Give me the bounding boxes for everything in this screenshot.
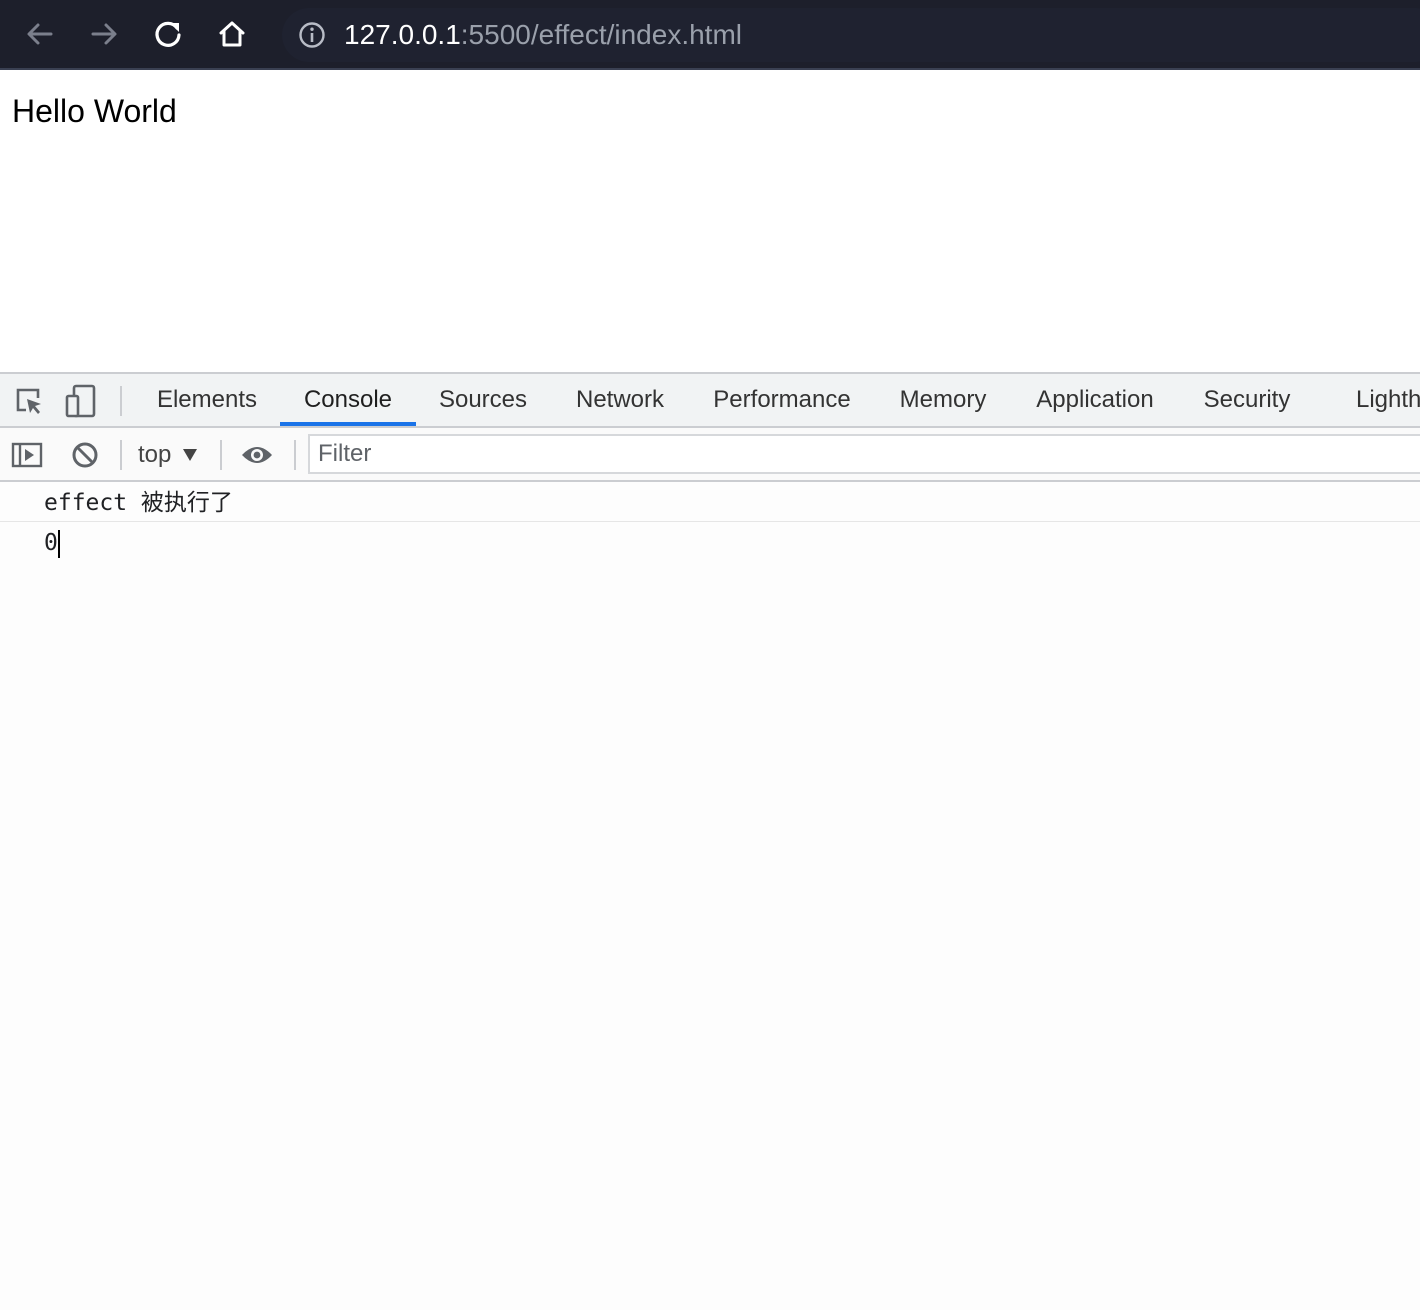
- tab-lighthouse[interactable]: Lighth: [1356, 374, 1420, 426]
- show-sidebar-button[interactable]: [10, 438, 44, 472]
- triangle-down-icon: [183, 449, 198, 461]
- context-selector[interactable]: top: [138, 438, 198, 472]
- eye-icon: [242, 447, 272, 463]
- arrow-left-icon: [27, 23, 53, 45]
- tab-memory[interactable]: Memory: [882, 374, 1004, 426]
- context-selector-value: top: [138, 441, 172, 468]
- live-expression-button[interactable]: [240, 438, 274, 472]
- reload-button[interactable]: [148, 14, 188, 54]
- address-bar[interactable]: 127.0.0.1:5500/effect/index.html: [282, 8, 1420, 62]
- tab-sources[interactable]: Sources: [420, 374, 546, 426]
- text-cursor: [57, 529, 60, 558]
- tab-security[interactable]: Security: [1186, 374, 1308, 426]
- sidebar-toggle-icon: [11, 442, 43, 468]
- browser-toolbar: 127.0.0.1:5500/effect/index.html: [0, 0, 1420, 70]
- url-text[interactable]: 127.0.0.1:5500/effect/index.html: [344, 19, 742, 51]
- console-message-text: effect 被执行了: [44, 490, 233, 516]
- page-viewport: Hello World: [0, 72, 1420, 372]
- url-path: :5500/effect/index.html: [460, 19, 742, 50]
- toolbar-divider: [120, 440, 122, 470]
- reload-icon: [155, 21, 181, 47]
- tab-network[interactable]: Network: [556, 374, 684, 426]
- url-host: 127.0.0.1: [344, 19, 461, 50]
- tab-console[interactable]: Console: [280, 374, 416, 426]
- console-filter-input[interactable]: [308, 434, 1420, 474]
- clear-console-button[interactable]: [68, 438, 102, 472]
- device-icon: [65, 384, 96, 418]
- devtools-tabbar: Elements Console Sources Network Perform…: [0, 374, 1420, 428]
- home-icon: [219, 21, 245, 47]
- device-toolbar-button[interactable]: [64, 384, 98, 418]
- console-prompt-input[interactable]: 0: [44, 528, 60, 558]
- devtools-panel: Elements Console Sources Network Perform…: [0, 372, 1420, 1310]
- console-prompt-value: 0: [44, 530, 58, 556]
- tab-application[interactable]: Application: [1018, 374, 1172, 426]
- console-message: effect 被执行了: [0, 482, 1420, 522]
- arrow-right-icon: [91, 23, 117, 45]
- console-output: effect 被执行了 0: [0, 482, 1420, 566]
- tab-performance[interactable]: Performance: [696, 374, 868, 426]
- info-icon[interactable]: [298, 21, 326, 49]
- toolbar-divider: [120, 386, 122, 416]
- toolbar-divider: [294, 440, 296, 470]
- inspect-cursor-icon: [16, 388, 41, 414]
- clear-console-icon: [72, 442, 98, 468]
- back-button[interactable]: [20, 14, 60, 54]
- tab-elements[interactable]: Elements: [136, 374, 278, 426]
- inspect-element-button[interactable]: [12, 384, 46, 418]
- forward-button[interactable]: [84, 14, 124, 54]
- toolbar-divider: [220, 440, 222, 470]
- home-button[interactable]: [212, 14, 252, 54]
- console-toolbar: top: [0, 428, 1420, 482]
- page-heading: Hello World: [12, 93, 177, 129]
- console-prompt[interactable]: 0: [0, 522, 1420, 566]
